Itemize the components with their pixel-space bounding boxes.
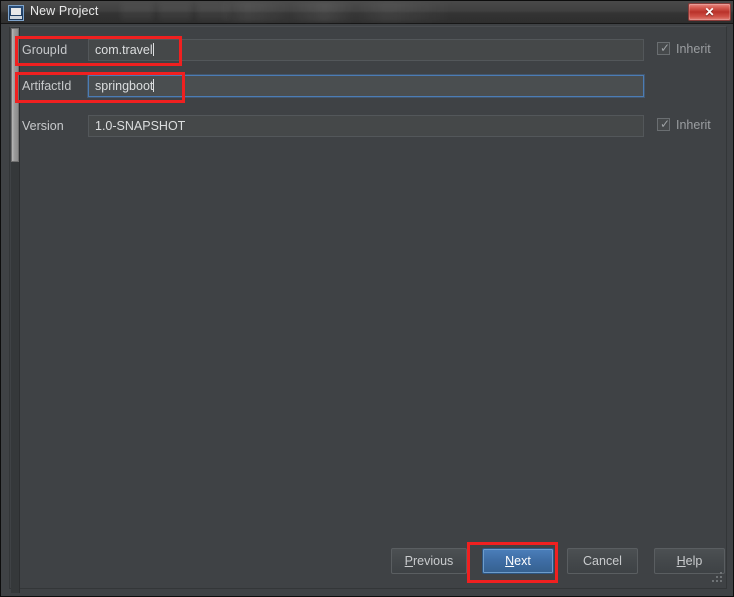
groupid-input[interactable]: com.travel	[88, 39, 644, 61]
cancel-button[interactable]: Cancel	[567, 548, 638, 574]
version-inherit-label: Inherit	[676, 118, 711, 132]
minimize-button[interactable]	[121, 3, 153, 20]
artifactid-input[interactable]: springboot	[88, 75, 644, 97]
help-button[interactable]: Help	[654, 548, 725, 574]
version-inherit-checkbox[interactable]: ✓ Inherit	[657, 117, 727, 135]
artifactid-label: ArtifactId	[22, 79, 72, 93]
version-label: Version	[22, 119, 64, 133]
version-input[interactable]: 1.0-SNAPSHOT	[88, 115, 644, 137]
form-row-artifactid: ArtifactId springboot	[10, 75, 710, 97]
previous-button[interactable]: Previous	[391, 548, 467, 574]
close-button[interactable]: ✕	[688, 3, 731, 21]
checkbox-box: ✓	[657, 117, 671, 131]
resize-grip[interactable]	[710, 572, 723, 585]
dialog-content-panel: GroupId com.travel ✓ Inherit ArtifactId …	[9, 26, 727, 593]
groupid-label: GroupId	[22, 43, 68, 57]
new-project-dialog: New Project ✕ GroupId com.travel ✓ Inher…	[0, 0, 734, 597]
maximize-button[interactable]	[159, 3, 191, 20]
check-icon: ✓	[660, 41, 671, 55]
close-icon: ✕	[704, 5, 715, 19]
restore-button[interactable]	[197, 3, 229, 20]
form-row-version: Version 1.0-SNAPSHOT	[10, 115, 710, 137]
vertical-scrollbar[interactable]	[11, 27, 20, 593]
dialog-client-area: GroupId com.travel ✓ Inherit ArtifactId …	[2, 24, 733, 596]
intellij-idea-icon	[8, 5, 24, 21]
title-bar-sheen	[219, 2, 454, 22]
title-bar[interactable]: New Project ✕	[1, 1, 733, 24]
window-title: New Project	[30, 4, 99, 18]
groupid-inherit-label: Inherit	[676, 42, 711, 56]
groupid-inherit-checkbox[interactable]: ✓ Inherit	[657, 41, 727, 59]
check-icon: ✓	[660, 117, 671, 131]
checkbox-box: ✓	[657, 41, 671, 55]
form-row-groupid: GroupId com.travel	[10, 39, 710, 61]
next-button[interactable]: Next	[482, 548, 554, 574]
